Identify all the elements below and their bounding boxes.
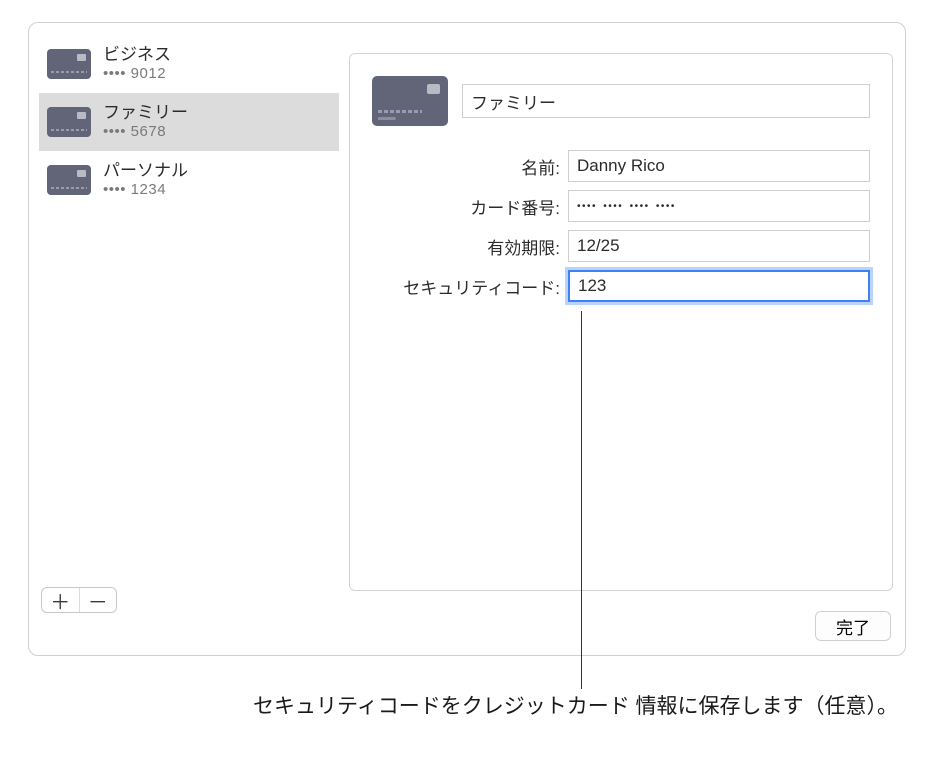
form-rows: 名前: カード番号: 有効期限: セキュリティコード:: [402, 150, 870, 302]
row-security: セキュリティコード:: [402, 270, 870, 302]
label-expiry: 有効期限:: [402, 234, 568, 259]
sidebar-button-group: ＋ －: [41, 587, 117, 613]
expiry-input[interactable]: [568, 230, 870, 262]
card-sidebar: ビジネス •••• 9012 ファミリー •••• 5678 パーソナル •••…: [39, 35, 339, 580]
callout-leader-line: [581, 311, 582, 689]
done-button[interactable]: 完了: [815, 611, 891, 641]
card-title-field[interactable]: [462, 84, 870, 118]
card-text: パーソナル •••• 1234: [103, 161, 188, 199]
card-number-input[interactable]: [568, 190, 870, 222]
credit-card-icon: [47, 107, 91, 137]
card-text: ファミリー •••• 5678: [103, 103, 188, 141]
add-card-button[interactable]: ＋: [42, 588, 80, 612]
row-number: カード番号:: [402, 190, 870, 222]
card-subtitle: •••• 5678: [103, 123, 188, 141]
label-name: 名前:: [402, 154, 568, 179]
card-detail-pane: 名前: カード番号: 有効期限: セキュリティコード:: [349, 53, 893, 591]
name-input[interactable]: [568, 150, 870, 182]
security-code-input[interactable]: [568, 270, 870, 302]
detail-header: [372, 76, 870, 126]
card-row-business[interactable]: ビジネス •••• 9012: [39, 35, 339, 93]
remove-card-button[interactable]: －: [80, 588, 117, 612]
card-text: ビジネス •••• 9012: [103, 45, 171, 83]
row-name: 名前:: [402, 150, 870, 182]
label-number: カード番号:: [402, 194, 568, 219]
callout-caption: セキュリティコードをクレジットカード 情報に保存します（任意）。: [0, 692, 931, 722]
credit-card-icon: [372, 76, 448, 126]
card-row-personal[interactable]: パーソナル •••• 1234: [39, 151, 339, 209]
credit-card-icon: [47, 49, 91, 79]
card-title: パーソナル: [103, 161, 188, 181]
preferences-window: ビジネス •••• 9012 ファミリー •••• 5678 パーソナル •••…: [28, 22, 906, 656]
card-row-family[interactable]: ファミリー •••• 5678: [39, 93, 339, 151]
card-title: ファミリー: [103, 103, 188, 123]
row-expiry: 有効期限:: [402, 230, 870, 262]
card-subtitle: •••• 9012: [103, 65, 171, 83]
card-subtitle: •••• 1234: [103, 181, 188, 199]
card-title: ビジネス: [103, 45, 171, 65]
label-security: セキュリティコード:: [402, 274, 568, 299]
credit-card-icon: [47, 165, 91, 195]
